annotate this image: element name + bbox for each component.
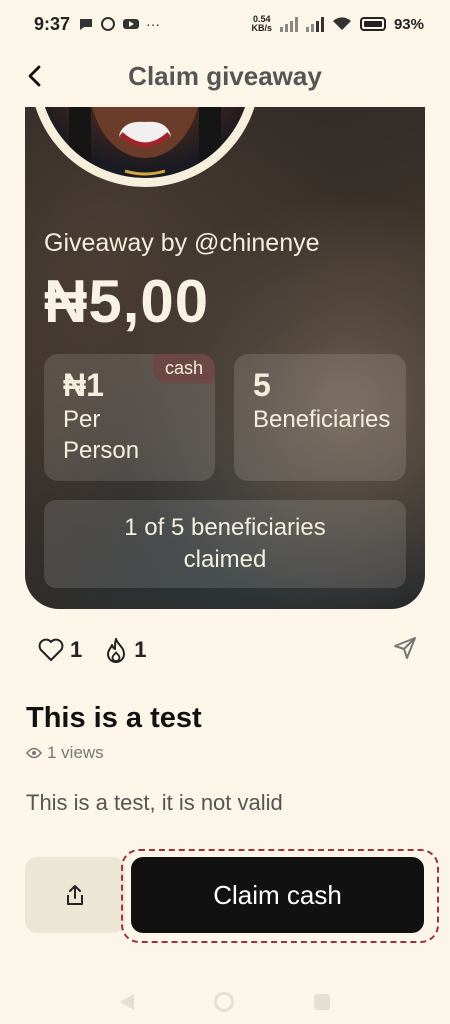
message-icon: [80, 19, 93, 30]
share-button[interactable]: [25, 857, 125, 933]
more-notifications-icon: ···: [146, 16, 161, 32]
giveaway-owner: Giveaway by @chinenye: [44, 229, 320, 257]
giveaway-card: Giveaway by @chinenye ₦5,00 cash ₦1 Per …: [25, 107, 425, 609]
heart-icon: [38, 638, 64, 661]
like-count: 1: [70, 637, 83, 662]
per-person-label: Per Person: [63, 406, 140, 464]
back-button[interactable]: [18, 60, 50, 92]
battery-icon: [359, 17, 386, 31]
claim-cash-button[interactable]: Claim cash: [131, 857, 424, 933]
view-count: 1 views: [26, 743, 104, 763]
fire-icon: [107, 638, 126, 663]
youtube-icon: [123, 19, 140, 29]
cash-badge: cash: [152, 354, 215, 383]
app-header: Claim giveaway: [0, 50, 450, 102]
avatar: [30, 107, 260, 187]
beneficiaries-label: Beneficiaries: [253, 406, 391, 433]
send-button[interactable]: [392, 635, 418, 666]
system-nav-bar: [0, 980, 450, 1024]
giveaway-amount: ₦5,00: [44, 268, 210, 335]
battery-percentage: 93%: [393, 15, 424, 33]
nav-back-icon[interactable]: [120, 994, 134, 1010]
send-icon: [394, 636, 416, 659]
back-arrow-icon: [28, 65, 41, 87]
beneficiaries-stat: 5 Beneficiaries: [234, 354, 406, 481]
page-title: Claim giveaway: [128, 60, 322, 91]
network-speed: 0.54 KB/s: [251, 14, 272, 33]
like-button[interactable]: 1: [38, 637, 82, 663]
fire-count: 1: [134, 637, 147, 662]
claimed-status: 1 of 5 beneficiaries claimed: [44, 500, 406, 588]
signal-icon-2: [305, 16, 324, 32]
nav-home-icon[interactable]: [214, 992, 234, 1012]
view-count-label: 1 views: [47, 743, 104, 762]
per-person-stat: cash ₦1 Per Person: [44, 354, 215, 481]
whatsapp-icon: [101, 17, 116, 31]
status-bar: 9:37 ··· 0.54 KB/s 93%: [0, 0, 450, 48]
beneficiaries-value: 5: [253, 367, 271, 403]
signal-icon: [279, 16, 298, 32]
post-description: This is a test, it is not valid: [26, 790, 283, 815]
post-title: This is a test: [26, 702, 202, 734]
upload-icon: [67, 885, 83, 905]
nav-recents-icon[interactable]: [314, 994, 330, 1010]
eye-icon: [26, 747, 42, 759]
reactions-bar: 1 1: [38, 632, 418, 668]
fire-button[interactable]: 1: [104, 637, 147, 663]
wifi-icon: [332, 17, 351, 30]
status-time: 9:37: [34, 13, 71, 34]
